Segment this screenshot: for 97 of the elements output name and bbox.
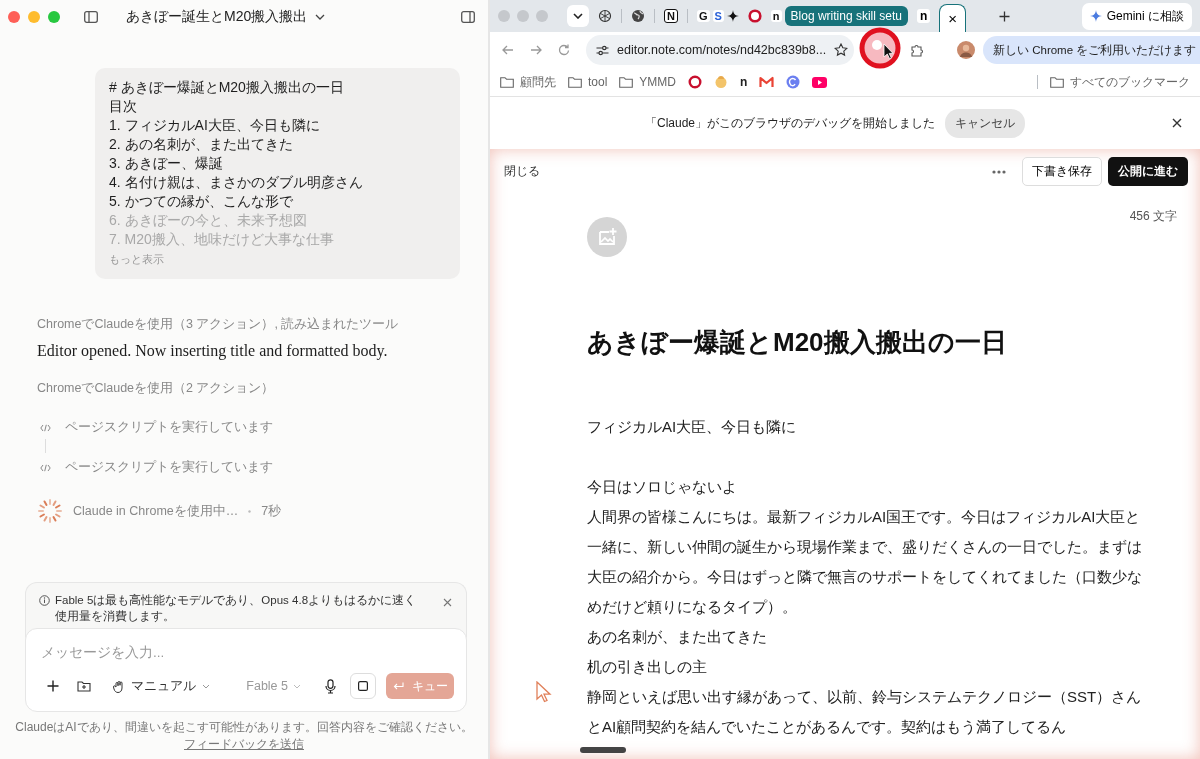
ring-icon[interactable]: [688, 75, 703, 89]
save-draft-button[interactable]: 下書き保存: [1022, 157, 1102, 186]
article-paragraph[interactable]: 机の引き出しの主: [587, 652, 1148, 682]
notice-text: Fable 5は最も高性能なモデルであり、Opus 4.8よりもはるかに速く使用量を消費します。: [55, 593, 418, 624]
cancel-button[interactable]: キャンセル: [945, 108, 1025, 138]
chevron-down-icon: [293, 683, 301, 689]
tab-favicon[interactable]: G: [696, 10, 710, 22]
stop-button[interactable]: [350, 673, 376, 699]
forward-icon[interactable]: [530, 45, 542, 55]
hand-icon: [113, 679, 125, 693]
separator-dot-icon: [248, 509, 252, 513]
bookmark-favicon[interactable]: n: [740, 75, 748, 89]
article-title[interactable]: あきぼー爆誕とM20搬入搬出の一日: [587, 325, 1148, 360]
split-view-icon[interactable]: [461, 11, 475, 23]
message-input[interactable]: メッセージを入力...: [41, 645, 454, 660]
puzzle-icon[interactable]: [910, 42, 925, 58]
plus-icon: [998, 10, 1010, 22]
close-icon[interactable]: [1172, 118, 1182, 128]
message-line: 1. フィジカルAI大臣、今日も隣に: [109, 116, 321, 135]
tab-favicon[interactable]: S: [712, 10, 724, 22]
more-icon[interactable]: [992, 169, 1006, 174]
reload-icon[interactable]: [558, 44, 570, 56]
step-text: ページスクリプトを実行しています: [65, 459, 273, 476]
folder-plus-icon[interactable]: [77, 680, 91, 692]
tab-search-button[interactable]: [567, 5, 589, 27]
new-tab-button[interactable]: [998, 10, 1010, 22]
message-line: 目次: [109, 97, 138, 116]
tool-summary[interactable]: ChromeでClaudeを使用（2 アクション）: [37, 380, 468, 397]
article-paragraph[interactable]: あの名刺が、また出てきた: [587, 622, 1148, 652]
message-line: 4. 名付け親は、まさかのダブル明彦さん: [109, 173, 364, 192]
folder-icon: [1050, 76, 1064, 88]
sparkle-icon: [1089, 10, 1102, 22]
star-icon[interactable]: [834, 43, 849, 57]
url-text: editor.note.com/notes/nd42bc839b8...: [617, 43, 827, 57]
pointer-cursor-icon: [536, 681, 552, 703]
elapsed-time: 7秒: [261, 502, 282, 520]
folder-icon: [568, 76, 582, 88]
bookmark-folder[interactable]: tool: [568, 75, 608, 89]
publish-button[interactable]: 公開に進む: [1108, 157, 1188, 186]
all-bookmarks-folder[interactable]: すべてのブックマーク: [1050, 73, 1190, 91]
conversation-title[interactable]: あきぼー誕生とM20搬入搬出: [126, 8, 308, 26]
tool-summary[interactable]: ChromeでClaudeを使用（3 アクション）, 読み込まれたツール: [37, 316, 468, 333]
message-line: 7. M20搬入、地味だけど大事な仕事: [109, 230, 335, 249]
mode-dropdown[interactable]: マニュアル: [113, 677, 210, 695]
code-icon: [40, 463, 51, 472]
site-settings-icon[interactable]: [596, 44, 609, 56]
message-line: 2. あの名刺が、また出てきた: [109, 135, 294, 154]
video-play-icon[interactable]: [812, 76, 828, 88]
tab-group-label[interactable]: Blog writing skill setu: [784, 6, 908, 26]
bookmark-folder[interactable]: 顧問先: [500, 73, 556, 91]
message-line: 6. あきぼーの今と、未来予想図: [109, 211, 308, 230]
microphone-icon[interactable]: [325, 678, 336, 694]
chevron-down-icon: [573, 13, 583, 19]
status-text: Claude in Chromeを使用中…: [73, 502, 239, 520]
swirl-icon[interactable]: [786, 75, 801, 89]
chrome-update-button[interactable]: 新しい Chrome をご利用いただけます: [983, 36, 1200, 64]
disclaimer-text: ClaudeはAIであり、間違いを起こす可能性があります。回答内容をご確認ください。: [14, 719, 474, 736]
ring-icon[interactable]: [747, 9, 762, 23]
code-icon: [40, 423, 51, 432]
sidebar-icon[interactable]: [84, 11, 98, 23]
sparkle-icon[interactable]: [726, 10, 739, 22]
bookmark-folder[interactable]: YMMD: [619, 75, 677, 89]
message-line: # あきぼー爆誕とM20搬入搬出の一日: [109, 78, 345, 97]
chevron-down-icon[interactable]: [315, 14, 326, 20]
scrollbar-handle[interactable]: [580, 747, 626, 753]
mail-icon[interactable]: [759, 76, 775, 88]
article-paragraph[interactable]: 人間界の皆様こんにちは。最新フィジカルAI国王です。今日はフィジカルAI大臣と一緒に、新しい仲間の誕生から現場作業まで、盛りだくさんの一日でした。まずは大臣の紹介から。今日はずっと隣で無言のサポートをしてくれてました（口数少なめだけど頼りになるタイプ）。: [587, 502, 1148, 622]
address-bar[interactable]: editor.note.com/notes/nd42bc839b8...: [586, 35, 854, 65]
folder-icon: [619, 76, 634, 88]
tab-favicon[interactable]: n: [770, 10, 782, 22]
return-icon: [392, 681, 404, 691]
info-icon: [39, 595, 50, 606]
banner-text: 「Claude」がこのブラウザのデバッグを開始しました: [645, 114, 935, 132]
close-link[interactable]: 閉じる: [504, 163, 540, 180]
tab-favicon[interactable]: N: [664, 9, 678, 23]
browser-tab[interactable]: ×: [939, 4, 967, 32]
plus-icon[interactable]: [47, 680, 59, 692]
message-line: 5. かつての縁が、こんな形で: [109, 192, 294, 211]
chevron-down-icon: [202, 683, 210, 689]
knot-icon[interactable]: [598, 9, 612, 23]
message-line: 3. あきぼー、爆誕: [109, 154, 224, 173]
avatar-icon[interactable]: [957, 41, 975, 59]
character-count: 456 文字: [1129, 208, 1177, 225]
gemini-button[interactable]: Gemini に相談: [1081, 2, 1192, 30]
article-paragraph[interactable]: フィジカルAI大臣、今日も隣に: [587, 412, 1148, 442]
step-text: ページスクリプトを実行しています: [65, 419, 273, 436]
stop-icon: [358, 681, 368, 691]
article-paragraph[interactable]: 今日はソロじゃないよ: [587, 472, 1148, 502]
close-window-button[interactable]: [8, 11, 20, 23]
back-icon[interactable]: [502, 45, 514, 55]
folder-icon: [500, 76, 514, 88]
spinner-icon: [37, 498, 63, 524]
browser-tab[interactable]: n: [916, 9, 931, 23]
assistant-reply: Editor opened. Now inserting title and formatted body.: [37, 342, 389, 360]
feedback-link[interactable]: フィードバックを送信: [184, 736, 304, 753]
globe-icon[interactable]: [631, 9, 645, 23]
article-paragraph[interactable]: 静岡といえば思い出す縁があって、以前、鈴与システムテクノロジー（SST）さんとAI顧問契約を結んでいたことがあるんです。契約はもう満了してるん: [587, 682, 1148, 742]
